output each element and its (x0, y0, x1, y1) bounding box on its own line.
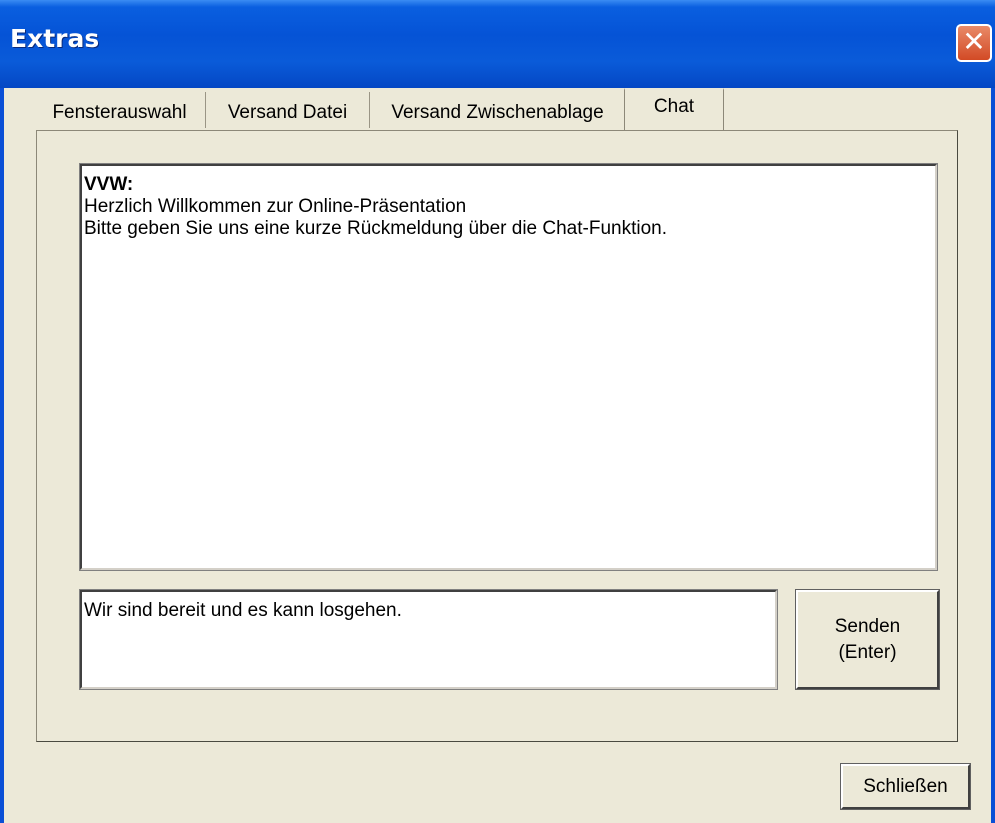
tab-fensterauswahl[interactable]: Fensterauswahl (34, 92, 206, 128)
tab-label: Fensterauswahl (52, 102, 187, 123)
send-button-shortcut: (Enter) (838, 641, 897, 663)
title-bar[interactable]: Extras ✕ (0, 0, 995, 88)
send-button[interactable]: Senden (Enter) (795, 589, 940, 690)
tab-versand-zwischenablage[interactable]: Versand Zwischenablage (370, 92, 626, 128)
message-sender: VVW: (84, 174, 134, 195)
tab-versand-datei[interactable]: Versand Datei (206, 92, 370, 128)
tab-chat[interactable]: Chat (624, 88, 724, 130)
message-line: Herzlich Willkommen zur Online-Präsentat… (84, 196, 467, 217)
send-button-label: Senden (834, 615, 901, 637)
chat-history[interactable]: VVW: Herzlich Willkommen zur Online-Präs… (79, 163, 938, 571)
tab-label: Versand Datei (227, 102, 348, 123)
tab-label: Chat (653, 96, 695, 117)
close-icon[interactable]: ✕ (956, 24, 992, 62)
window-title: Extras (10, 24, 100, 53)
tab-label: Versand Zwischenablage (391, 102, 604, 123)
window-frame-right (991, 88, 995, 823)
message-input[interactable]: Wir sind bereit und es kann losgehen. (79, 589, 778, 690)
extras-dialog: Extras ✕ Fensterauswahl Versand Datei Ve… (0, 0, 995, 823)
schliessen-button[interactable]: Schließen (840, 763, 971, 810)
message-line: Bitte geben Sie uns eine kurze Rückmeldu… (84, 218, 668, 239)
window-frame-left (0, 88, 4, 823)
